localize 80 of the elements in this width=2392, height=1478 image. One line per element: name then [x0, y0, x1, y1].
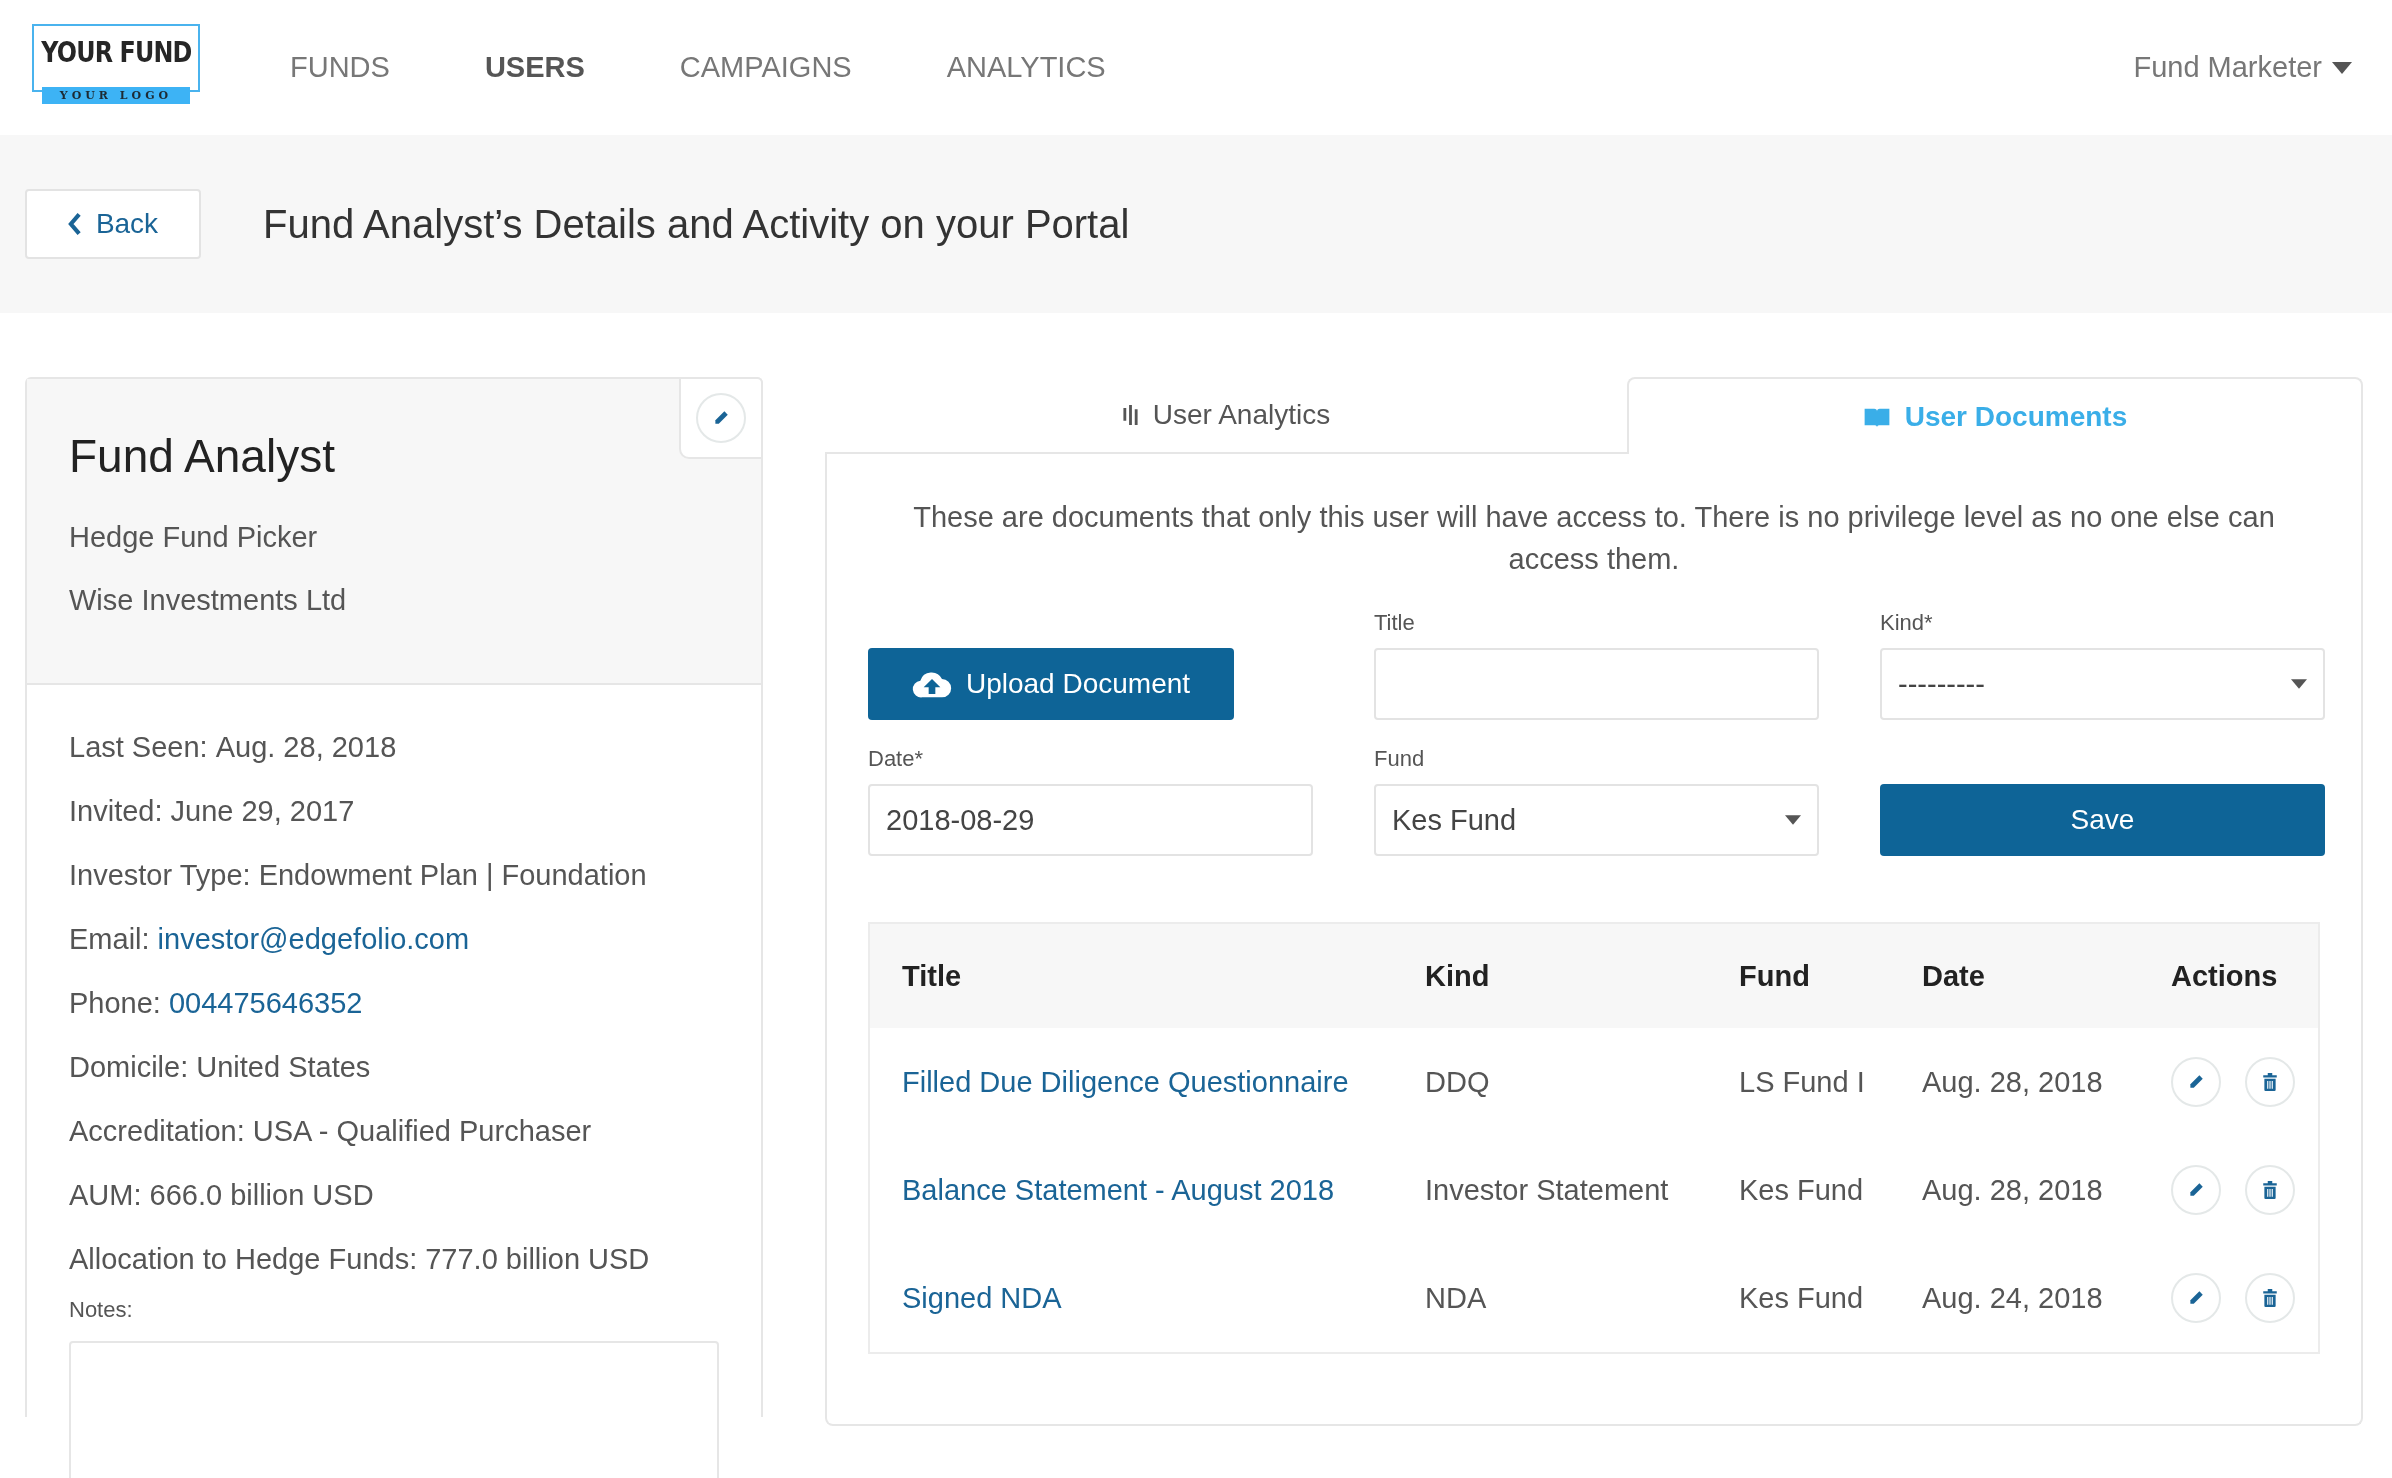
detail-value: Endowment Plan | Foundation — [258, 858, 647, 892]
cloud-upload-icon — [911, 669, 952, 699]
field-label: Title — [1374, 610, 1416, 636]
table-cell: Aug. 28, 2018 — [1922, 1173, 2103, 1206]
table-cell: LS Fund I — [1739, 1065, 1865, 1098]
nav-link[interactable]: USERS — [484, 51, 585, 84]
detail-value: June 29, 2017 — [170, 794, 355, 828]
title-field[interactable] — [1374, 648, 1819, 720]
table-cell: Aug. 24, 2018 — [1922, 1281, 2103, 1314]
edit-button[interactable] — [2171, 1273, 2221, 1323]
user-menu[interactable]: Fund Marketer — [2133, 51, 2352, 84]
detail-label: Accreditation: — [69, 1114, 245, 1148]
detail-label: Phone: — [69, 986, 161, 1020]
nav-link[interactable]: ANALYTICS — [946, 51, 1106, 84]
detail-value: Aug. 28, 2018 — [215, 730, 397, 764]
upload-button[interactable]: Upload Document — [868, 648, 1234, 720]
delete-button[interactable] — [2245, 1057, 2295, 1107]
pencil-icon — [2187, 1181, 2205, 1199]
edit-button[interactable] — [696, 393, 746, 443]
table-cell: Investor Statement — [1425, 1173, 1669, 1206]
fund-select[interactable]: Kes Fund — [1374, 784, 1819, 856]
detail-value: 666.0 billion USD — [149, 1178, 374, 1212]
detail-value: United States — [196, 1050, 371, 1084]
column-header: Actions — [2171, 959, 2279, 993]
detail-value: USA - Qualified Purchaser — [252, 1114, 592, 1148]
detail-link[interactable]: 004475646352 — [168, 986, 363, 1020]
detail-label: Domicile: — [69, 1050, 189, 1084]
table-cell: DDQ — [1425, 1065, 1490, 1098]
description-text: These are documents that only this user will have access to. There is no privilege level as no one else can access them. — [912, 500, 2276, 577]
caret-icon — [2332, 61, 2352, 74]
pencil-icon — [712, 409, 730, 427]
detail-label: Allocation to Hedge Funds: — [69, 1242, 418, 1276]
notes-label: Notes: — [69, 1297, 134, 1323]
profile-name: Fund Analyst — [69, 429, 336, 483]
trash-icon — [2262, 1181, 2278, 1199]
kind-select[interactable]: --------- — [1880, 648, 2325, 720]
field-label: Date* — [868, 746, 925, 772]
chevron-left-icon — [67, 213, 82, 235]
column-header: Date — [1922, 959, 1986, 993]
detail-label: Invited: — [69, 794, 163, 828]
bar-chart-icon — [1121, 404, 1139, 425]
document-link[interactable]: Filled Due Diligence Questionnaire — [902, 1065, 1349, 1098]
column-header: Kind — [1425, 959, 1491, 993]
nav-link[interactable]: FUNDS — [290, 51, 390, 84]
edit-button[interactable] — [2171, 1057, 2221, 1107]
table-cell: Kes Fund — [1739, 1281, 1864, 1314]
detail-link[interactable]: investor@edgefolio.com — [157, 922, 470, 956]
detail-label: AUM: — [69, 1178, 142, 1212]
column-header: Title — [902, 959, 963, 993]
trash-icon — [2262, 1073, 2278, 1091]
delete-button[interactable] — [2245, 1273, 2295, 1323]
edit-button[interactable] — [2171, 1165, 2221, 1215]
detail-label: Investor Type: — [69, 858, 251, 892]
back-button[interactable]: Back — [25, 189, 201, 259]
detail-value: 777.0 billion USD — [425, 1242, 650, 1276]
document-link[interactable]: Balance Statement - August 2018 — [902, 1173, 1335, 1206]
nav-link[interactable]: CAMPAIGNS — [679, 51, 852, 84]
caret-icon — [1785, 815, 1801, 825]
document-link[interactable]: Signed NDA — [902, 1281, 1062, 1314]
table-cell: Kes Fund — [1739, 1173, 1864, 1206]
detail-label: Last Seen: — [69, 730, 208, 764]
trash-icon — [2262, 1289, 2278, 1307]
date-field[interactable]: 2018-08-29 — [868, 784, 1313, 856]
logo-title: YOUR FUND — [40, 35, 192, 69]
logo-tagline: YOUR LOGO — [41, 86, 191, 104]
field-label: Fund — [1374, 746, 1426, 772]
table-cell: NDA — [1425, 1281, 1487, 1314]
pencil-icon — [2187, 1289, 2205, 1307]
page-title: Fund Analyst’s Details and Activity on your Portal — [263, 201, 1130, 247]
pencil-icon — [2187, 1073, 2205, 1091]
detail-label: Email: — [69, 922, 150, 956]
column-header: Fund — [1739, 959, 1811, 993]
save-button[interactable]: Save — [1880, 784, 2325, 856]
caret-icon — [2291, 679, 2307, 689]
profile-subtitle: Wise Investments Ltd — [69, 584, 348, 617]
tab[interactable]: User Analytics — [825, 377, 1627, 454]
table-cell: Aug. 28, 2018 — [1922, 1065, 2103, 1098]
delete-button[interactable] — [2245, 1165, 2295, 1215]
field-label: Kind* — [1880, 610, 1934, 636]
profile-subtitle: Hedge Fund Picker — [69, 521, 319, 554]
